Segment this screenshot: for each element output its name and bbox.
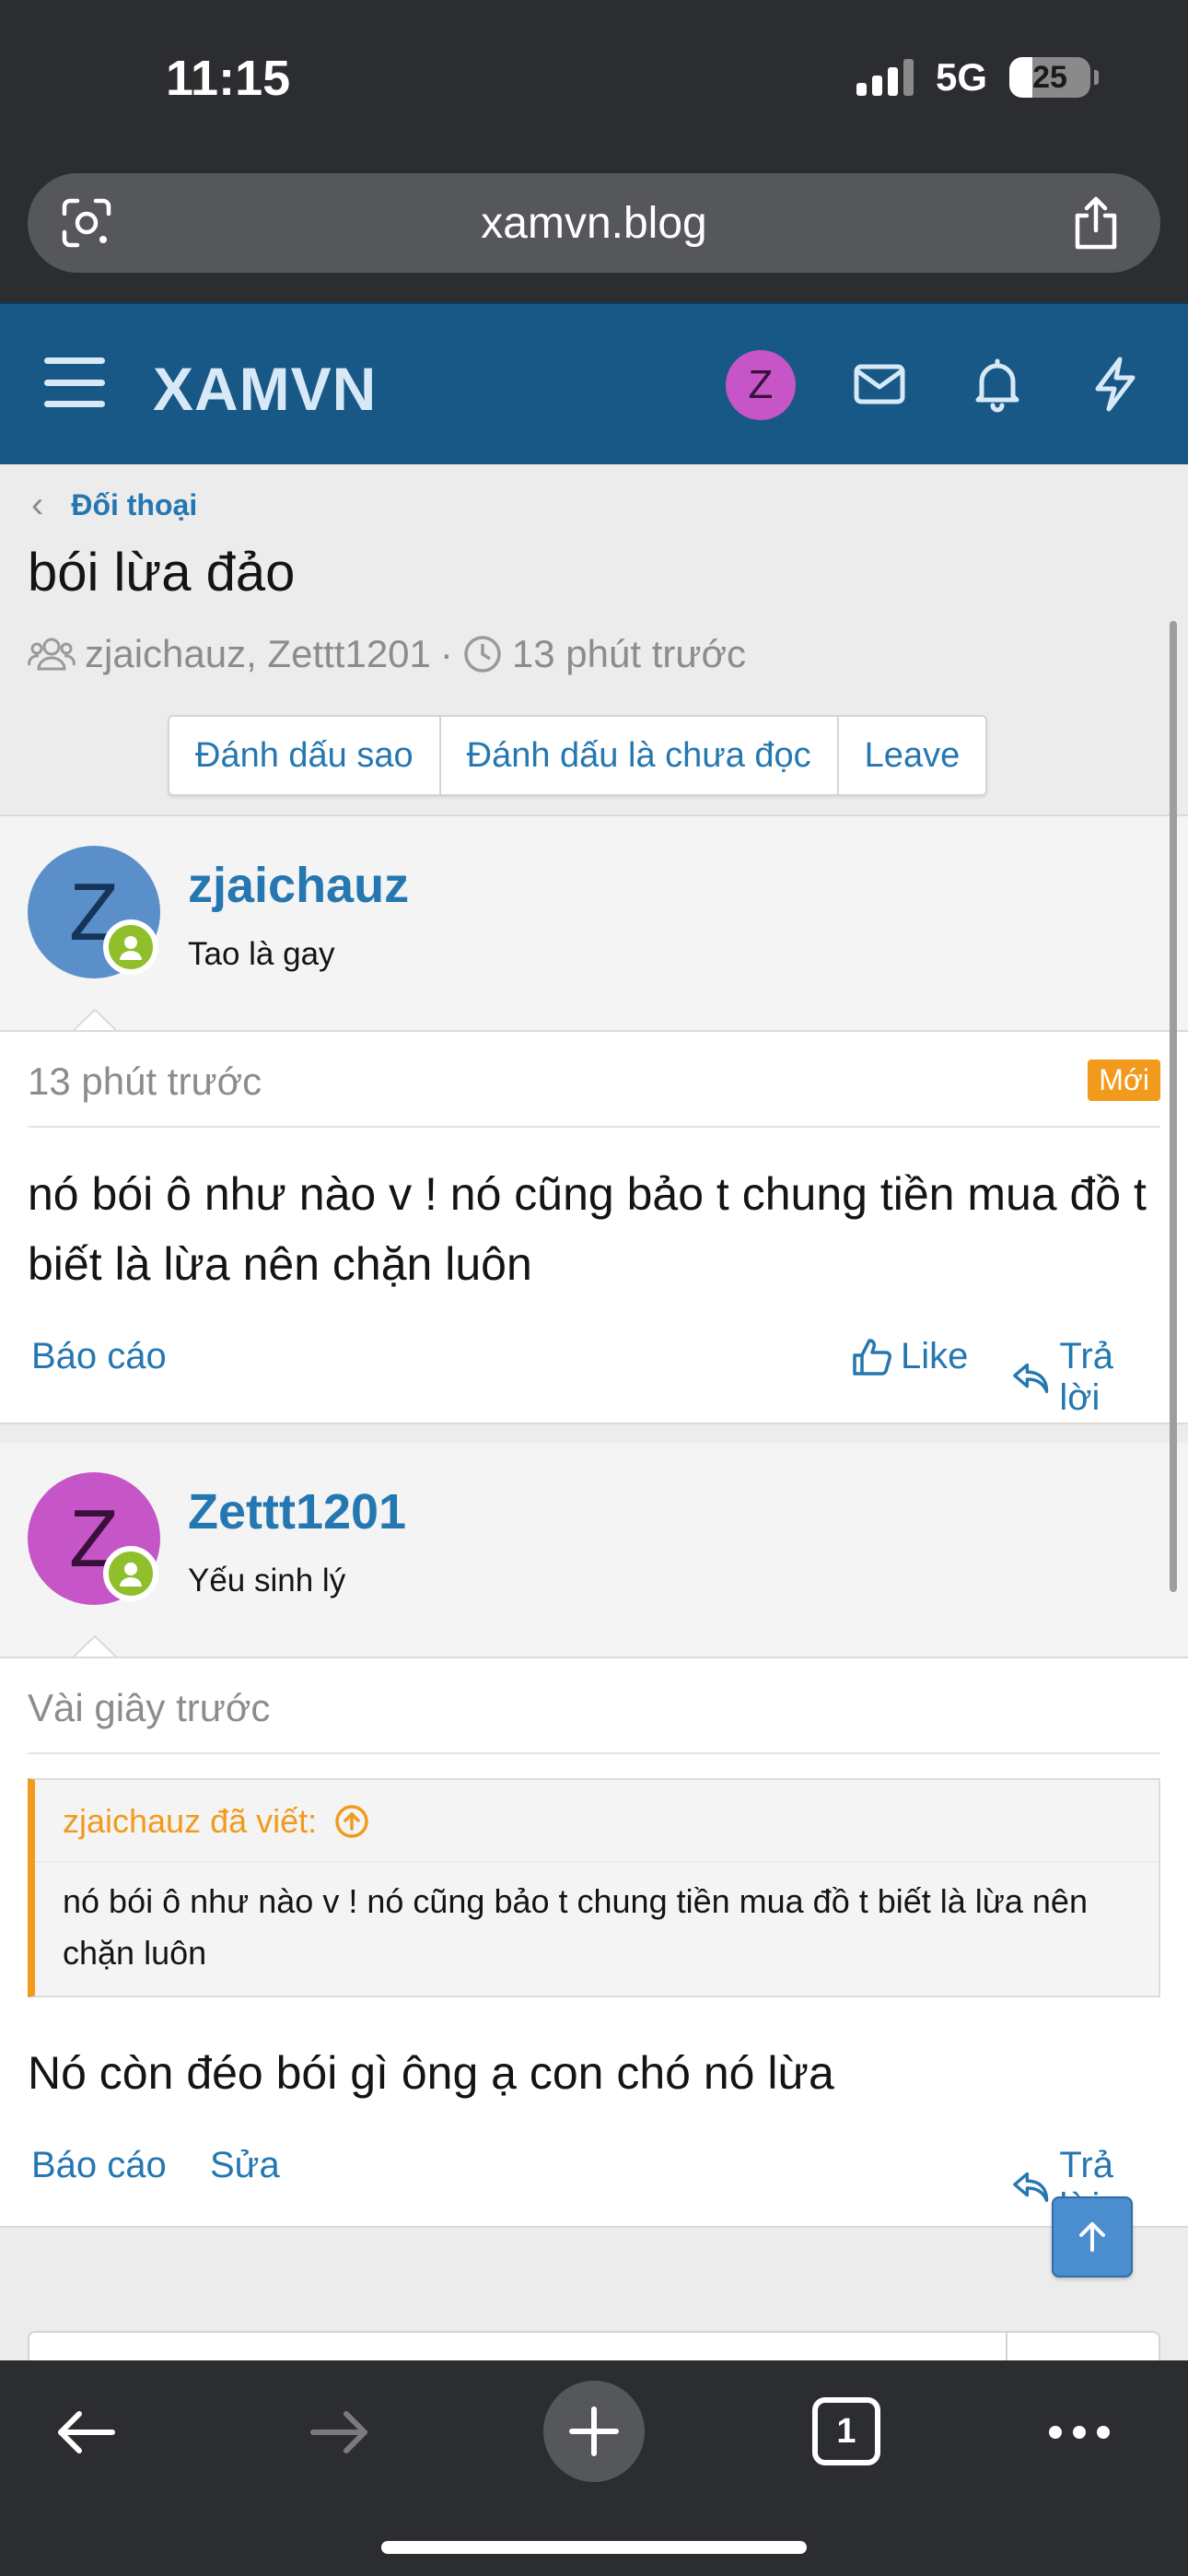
message-body: Vài giây trước zjaichauz đã viết: nó bói… xyxy=(0,1657,1188,2228)
online-status-icon xyxy=(103,1546,158,1601)
quote-block: zjaichauz đã viết: nó bói ô như nào v ! … xyxy=(28,1778,1160,1997)
tab-switcher-button[interactable]: 1 xyxy=(812,2397,880,2465)
report-link[interactable]: Báo cáo xyxy=(31,1336,167,1377)
mark-unread-button[interactable]: Đánh dấu là chưa đọc xyxy=(441,717,839,794)
breadcrumb[interactable]: ‹ Đối thoại xyxy=(31,485,197,526)
arrow-up-icon xyxy=(1079,2222,1105,2252)
menu-icon[interactable] xyxy=(44,357,105,407)
message-time: Vài giây trước xyxy=(28,1686,1160,1754)
star-button[interactable]: Đánh dấu sao xyxy=(169,717,441,794)
message-time: 13 phút trước xyxy=(28,1060,1160,1128)
home-indicator xyxy=(381,2541,807,2554)
conversation-meta: zjaichauz, Zettt1201 · 13 phút trước xyxy=(28,632,746,676)
message-user-header: Z zjaichauz Tao là gay xyxy=(0,816,1188,1034)
participants-icon xyxy=(28,638,76,671)
page-title: bói lừa đảo xyxy=(28,543,296,603)
share-icon[interactable] xyxy=(1070,195,1122,251)
network-type: 5G xyxy=(935,55,987,99)
status-time: 11:15 xyxy=(166,51,291,106)
google-lens-icon[interactable] xyxy=(61,197,112,249)
message-actions: Báo cáo Like Trả lời xyxy=(31,1336,1160,1418)
like-button[interactable]: Like xyxy=(851,1336,968,1377)
meta-separator: · xyxy=(439,632,453,675)
scrollbar[interactable] xyxy=(1170,621,1177,1592)
back-arrow-icon[interactable] xyxy=(52,2397,122,2467)
cellular-signal-icon xyxy=(856,59,914,96)
clock-icon xyxy=(464,636,501,673)
reply-button[interactable]: Trả lời xyxy=(1011,1336,1160,1419)
edit-link[interactable]: Sửa xyxy=(210,2145,280,2186)
message-text: Nó còn đéo bói gì ông ạ con chó nó lừa xyxy=(28,2047,834,2099)
status-indicators: 5G 25 xyxy=(856,55,1099,100)
quote-author[interactable]: zjaichauz đã viết: xyxy=(63,1802,370,1841)
quote-text: nó bói ô như nào v ! nó cũng bảo t chung… xyxy=(63,1882,1088,1972)
bell-icon[interactable] xyxy=(965,352,1030,416)
message-body: 13 phút trước Mới nó bói ô như nào v ! n… xyxy=(0,1030,1188,1424)
conversation-actions: Đánh dấu sao Đánh dấu là chưa đọc Leave xyxy=(168,715,988,796)
breadcrumb-link[interactable]: Đối thoại xyxy=(71,488,197,522)
divider xyxy=(35,1861,1159,1863)
username[interactable]: Zettt1201 xyxy=(188,1483,406,1540)
chevron-left-icon: ‹ xyxy=(31,485,44,525)
participants[interactable]: zjaichauz, Zettt1201 xyxy=(85,632,431,676)
reply-icon xyxy=(1013,2172,1049,2203)
inbox-icon[interactable] xyxy=(847,352,912,416)
new-tab-button[interactable] xyxy=(543,2381,645,2482)
site-logo[interactable]: XAMVN xyxy=(153,354,377,424)
battery-icon: 25 xyxy=(1009,57,1099,98)
new-badge: Mới xyxy=(1088,1060,1160,1101)
online-status-icon xyxy=(103,919,158,975)
scroll-to-top-button[interactable] xyxy=(1052,2196,1133,2277)
forward-arrow-icon[interactable] xyxy=(304,2397,374,2467)
more-options-icon[interactable] xyxy=(1044,2397,1114,2467)
account-avatar[interactable]: Z xyxy=(726,350,796,420)
thumbs-up-icon xyxy=(853,1338,891,1376)
message-actions: Báo cáo Sửa Trả lời xyxy=(31,2145,1160,2227)
plus-icon xyxy=(569,2406,619,2456)
user-title: Yếu sinh lý xyxy=(188,1563,346,1598)
username[interactable]: zjaichauz xyxy=(188,857,409,914)
arrow-up-circle-icon[interactable] xyxy=(333,1803,370,1840)
url-text[interactable]: xamvn.blog xyxy=(481,198,706,249)
leave-button[interactable]: Leave xyxy=(839,717,986,794)
message-text: nó bói ô như nào v ! nó cũng bảo t chung… xyxy=(28,1168,1147,1290)
reply-icon xyxy=(1013,1363,1049,1394)
site-header: XAMVN Z xyxy=(0,302,1188,464)
battery-level: 25 xyxy=(1032,59,1067,95)
report-link[interactable]: Báo cáo xyxy=(31,2145,167,2186)
conversation-time: 13 phút trước xyxy=(511,632,747,675)
browser-chrome: 11:15 5G 25 xamvn.blog xyxy=(0,0,1188,302)
user-title: Tao là gay xyxy=(188,936,335,972)
address-bar[interactable]: xamvn.blog xyxy=(28,173,1160,273)
message-user-header: Z Zettt1201 Yếu sinh lý xyxy=(0,1443,1188,1660)
whats-new-bolt-icon[interactable] xyxy=(1083,352,1147,416)
